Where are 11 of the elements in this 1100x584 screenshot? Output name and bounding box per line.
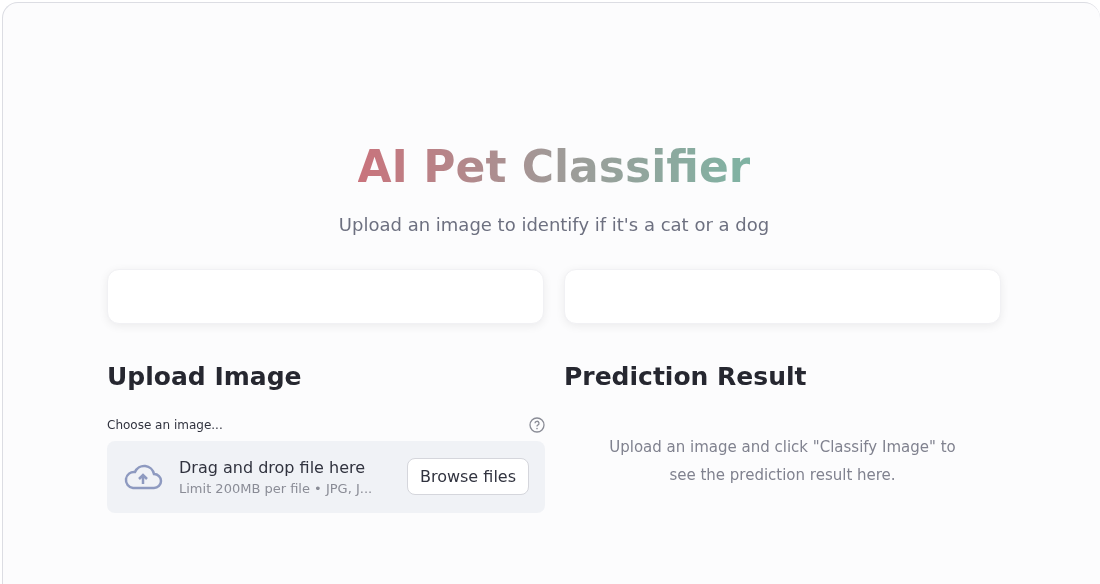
file-dropzone[interactable]: Drag and drop file here Limit 200MB per file • JPG, J... Browse files [107,440,545,513]
field-label: Choose an image... [107,417,223,432]
browse-files-button[interactable]: Browse files [406,458,529,496]
app-subtitle: Upload an image to identify if it's a cat or a dog [337,213,771,235]
dropzone-title: Drag and drop file here [179,457,367,477]
result-placeholder-text: Upload an image and click "Classify Image" to see the prediction result here. [608,436,957,486]
dropzone-hint: Limit 200MB per file • JPG, J... [179,480,374,496]
section-heading: Prediction Result [564,361,808,391]
section-heading: Upload Image [107,361,303,391]
cloud-upload-icon [123,462,163,491]
help-icon[interactable] [529,416,545,433]
